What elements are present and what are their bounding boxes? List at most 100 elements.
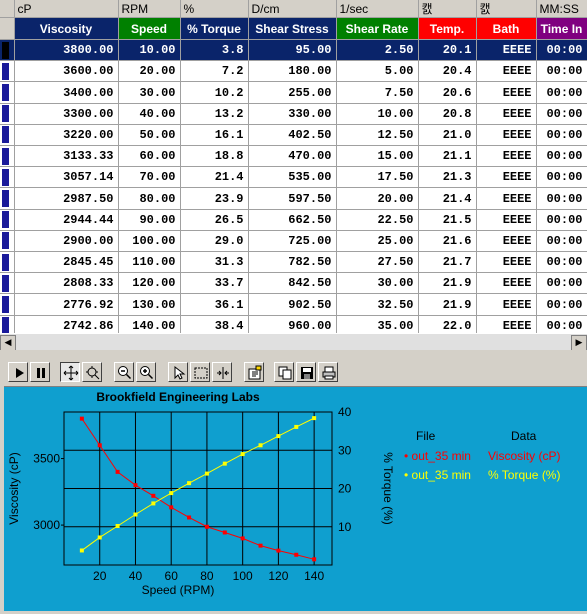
table-cell[interactable]: 21.4 [180, 166, 249, 189]
row-selector[interactable] [0, 230, 15, 253]
table-row[interactable]: 2900.00 100.00 29.0 725.00 25.00 21.6 EEEE 00:0… [0, 230, 587, 253]
table-cell[interactable]: EEEE [476, 81, 537, 104]
table-cell[interactable]: EEEE [476, 60, 537, 83]
copy-button[interactable] [274, 362, 294, 382]
table-cell[interactable]: 20.8 [418, 103, 477, 125]
table-cell[interactable]: 00:00 [536, 230, 587, 253]
table-cell[interactable]: 2900.00 [14, 230, 119, 253]
horizontal-scrollbar[interactable]: ◀ ▶ [0, 333, 587, 351]
table-cell[interactable]: 40.00 [118, 103, 181, 125]
table-cell[interactable]: 3220.00 [14, 124, 119, 147]
table-cell[interactable]: 31.3 [180, 251, 249, 274]
table-row[interactable]: 2944.44 90.00 26.5 662.50 22.50 21.5 EEEE 00:00 [0, 209, 587, 231]
table-cell[interactable]: 00:00 [536, 209, 587, 231]
table-cell[interactable]: 10.00 [336, 103, 419, 125]
table-cell[interactable]: 20.4 [418, 60, 477, 83]
table-cell[interactable]: EEEE [476, 272, 537, 295]
table-cell[interactable]: EEEE [476, 103, 537, 125]
zoom-out-button[interactable] [114, 362, 134, 382]
table-cell[interactable]: EEEE [476, 187, 537, 210]
table-cell[interactable]: 00:00 [536, 81, 587, 104]
table-cell[interactable]: 2.50 [336, 39, 419, 62]
table-row[interactable]: 2845.45 110.00 31.3 782.50 27.50 21.7 EEEE 00:0… [0, 251, 587, 274]
table-cell[interactable]: 2845.45 [14, 251, 119, 274]
table-cell[interactable]: 255.00 [248, 81, 337, 104]
table-row[interactable]: 2808.33 120.00 33.7 842.50 30.00 21.9 EEEE 00:0… [0, 272, 587, 295]
table-cell[interactable]: EEEE [476, 251, 537, 274]
table-cell[interactable]: EEEE [476, 209, 537, 231]
table-cell[interactable]: EEEE [476, 293, 537, 316]
row-selector[interactable] [0, 187, 15, 210]
table-cell[interactable]: 7.50 [336, 81, 419, 104]
column-header-time-in[interactable]: Time In [536, 17, 587, 40]
table-cell[interactable]: 70.00 [118, 166, 181, 189]
table-cell[interactable]: 842.50 [248, 272, 337, 295]
column-header-torque[interactable]: % Torque [180, 17, 249, 40]
row-selector[interactable] [0, 166, 15, 189]
table-cell[interactable]: 2944.44 [14, 209, 119, 231]
table-cell[interactable]: 100.00 [118, 230, 181, 253]
table-cell[interactable]: 15.00 [336, 145, 419, 168]
table-cell[interactable]: EEEE [476, 166, 537, 189]
table-cell[interactable]: 26.5 [180, 209, 249, 231]
table-cell[interactable]: 00:00 [536, 293, 587, 316]
select-rect-button[interactable] [190, 362, 210, 382]
table-cell[interactable]: 50.00 [118, 124, 181, 147]
table-cell[interactable]: 597.50 [248, 187, 337, 210]
data-grid[interactable]: cP RPM % D/cm 1/sec 캜 캜 MM:SS Viscosity S… [0, 0, 587, 338]
table-cell[interactable]: 20.00 [336, 187, 419, 210]
table-cell[interactable]: 402.50 [248, 124, 337, 147]
scroll-left-icon[interactable]: ◀ [0, 335, 16, 351]
table-cell[interactable]: 17.50 [336, 166, 419, 189]
table-cell[interactable]: EEEE [476, 230, 537, 253]
zoom-in-button[interactable] [136, 362, 156, 382]
properties-button[interactable] [244, 362, 264, 382]
table-cell[interactable]: 3600.00 [14, 60, 119, 83]
table-cell[interactable]: 21.1 [418, 145, 477, 168]
table-cell[interactable]: 470.00 [248, 145, 337, 168]
column-header-bath[interactable]: Bath [476, 17, 537, 40]
table-cell[interactable]: 20.00 [118, 60, 181, 83]
row-selector[interactable] [0, 272, 15, 295]
table-cell[interactable]: 2776.92 [14, 293, 119, 316]
pointer-button[interactable] [168, 362, 188, 382]
table-cell[interactable]: 3133.33 [14, 145, 119, 168]
table-cell[interactable]: 21.6 [418, 230, 477, 253]
table-cell[interactable]: 725.00 [248, 230, 337, 253]
column-header-shear-stress[interactable]: Shear Stress [248, 17, 337, 40]
table-cell[interactable]: 3400.00 [14, 81, 119, 104]
table-row[interactable]: 3800.00 10.00 3.8 95.00 2.50 20.1 EEEE 00:00 [0, 39, 587, 62]
table-cell[interactable]: 3.8 [180, 39, 249, 62]
table-row[interactable]: 3220.00 50.00 16.1 402.50 12.50 21.0 EEEE 00:00 [0, 124, 587, 147]
save-button[interactable] [296, 362, 316, 382]
table-cell[interactable]: 3300.00 [14, 103, 119, 125]
table-cell[interactable]: 130.00 [118, 293, 181, 316]
table-cell[interactable]: 21.5 [418, 209, 477, 231]
table-row[interactable]: 3133.33 60.00 18.8 470.00 15.00 21.1 EEEE 00:00 [0, 145, 587, 168]
row-selector[interactable] [0, 60, 15, 83]
table-cell[interactable]: 10.2 [180, 81, 249, 104]
table-row[interactable]: 3057.14 70.00 21.4 535.00 17.50 21.3 EEEE 00:00 [0, 166, 587, 189]
table-cell[interactable]: 782.50 [248, 251, 337, 274]
pause-button[interactable] [30, 362, 50, 382]
table-cell[interactable]: 27.50 [336, 251, 419, 274]
table-cell[interactable]: EEEE [476, 124, 537, 147]
table-row[interactable]: 2776.92 130.00 36.1 902.50 32.50 21.9 EEEE 00:0… [0, 293, 587, 316]
table-row[interactable]: 3400.00 30.00 10.2 255.00 7.50 20.6 EEEE 00:00 [0, 81, 587, 104]
table-cell[interactable]: 00:00 [536, 103, 587, 125]
column-header-viscosity[interactable]: Viscosity [14, 17, 119, 40]
pan-button[interactable] [60, 362, 80, 382]
table-cell[interactable]: 535.00 [248, 166, 337, 189]
table-cell[interactable]: 18.8 [180, 145, 249, 168]
table-cell[interactable]: 32.50 [336, 293, 419, 316]
table-cell[interactable]: 00:00 [536, 251, 587, 274]
print-button[interactable] [318, 362, 338, 382]
zoom-area-button[interactable] [82, 362, 102, 382]
table-cell[interactable]: EEEE [476, 145, 537, 168]
table-cell[interactable]: 90.00 [118, 209, 181, 231]
table-cell[interactable]: 21.9 [418, 293, 477, 316]
table-cell[interactable]: 21.3 [418, 166, 477, 189]
table-cell[interactable]: 21.0 [418, 124, 477, 147]
row-selector[interactable] [0, 103, 15, 125]
table-cell[interactable]: 3800.00 [14, 39, 119, 62]
